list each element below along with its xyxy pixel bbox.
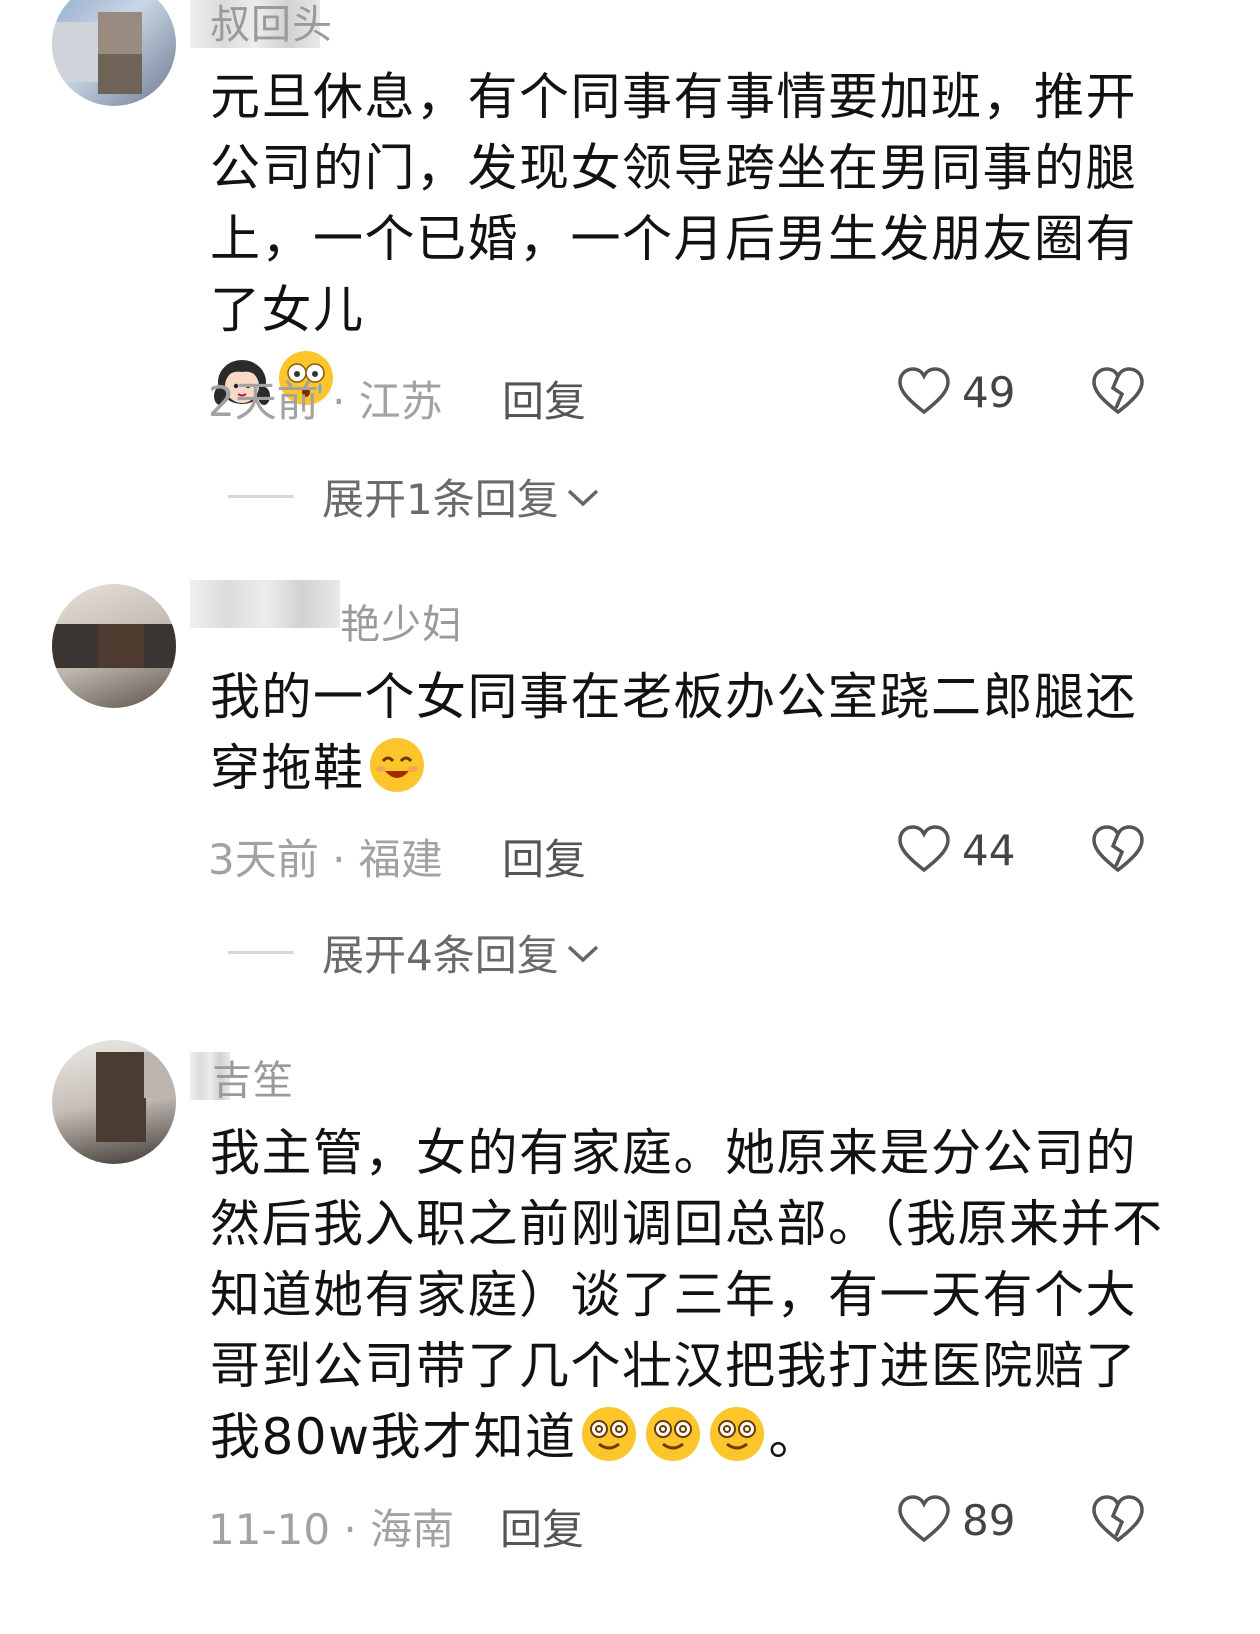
username[interactable]: 吉笙 xyxy=(212,1048,294,1106)
avatar[interactable] xyxy=(52,1040,176,1164)
comment-text: 我主管，女的有家庭。她原来是分公司的然后我入职之前刚调回总部。（我原来并不知道她… xyxy=(210,1118,1170,1473)
heart-outline-icon[interactable] xyxy=(896,364,952,420)
comment-meta: 11-10 · 海南 xyxy=(208,1496,454,1557)
reply-button[interactable]: 回复 xyxy=(502,826,586,887)
comment-location: 福建 xyxy=(358,835,443,884)
expand-replies-label: 展开1条回复 xyxy=(322,475,559,524)
meta-separator: · xyxy=(318,377,359,426)
comment-meta: 2天前 · 江苏 xyxy=(208,368,443,429)
heart-outline-icon[interactable] xyxy=(896,822,952,878)
comment-time: 3天前 xyxy=(208,835,319,884)
comment-location: 海南 xyxy=(370,1505,455,1554)
comment-location: 江苏 xyxy=(358,377,443,426)
username[interactable]: 艳少妇 xyxy=(340,592,463,650)
chevron-down-icon xyxy=(567,945,598,962)
smiling-face-emoji xyxy=(369,738,424,792)
chevron-down-icon xyxy=(567,489,598,506)
comment-body: 我的一个女同事在老板办公室跷二郎腿还穿拖鞋 xyxy=(210,668,1137,797)
like-count: 44 xyxy=(962,826,1016,875)
comment-time: 2天前 xyxy=(208,377,319,426)
broken-heart-icon[interactable] xyxy=(1090,1492,1146,1548)
avatar[interactable] xyxy=(52,0,176,106)
heart-outline-icon[interactable] xyxy=(896,1492,952,1548)
like-count: 49 xyxy=(962,368,1016,417)
expand-replies[interactable]: 展开4条回复 xyxy=(228,922,601,983)
reply-button[interactable]: 回复 xyxy=(502,368,586,429)
username[interactable]: 叔回头 xyxy=(210,0,333,50)
comment-text: 我的一个女同事在老板办公室跷二郎腿还穿拖鞋 xyxy=(210,662,1170,804)
comment-time: 11-10 xyxy=(208,1505,331,1554)
comment-meta: 3天前 · 福建 xyxy=(208,826,443,887)
dazed-face-emoji xyxy=(645,1407,700,1461)
expand-replies-label: 展开4条回复 xyxy=(322,931,559,980)
meta-separator: · xyxy=(330,1505,371,1554)
username-redaction xyxy=(190,580,340,628)
reply-button[interactable]: 回复 xyxy=(500,1496,584,1557)
broken-heart-icon[interactable] xyxy=(1090,364,1146,420)
avatar[interactable] xyxy=(52,584,176,708)
broken-heart-icon[interactable] xyxy=(1090,822,1146,878)
meta-separator: · xyxy=(318,835,359,884)
comment-body: 元旦休息，有个同事有事情要加班，推开公司的门，发现女领导跨坐在男同事的腿上，一个… xyxy=(210,68,1137,339)
divider xyxy=(228,951,294,954)
comment-body-end: 。 xyxy=(768,1408,821,1466)
comment-text: 元旦休息，有个同事有事情要加班，推开公司的门，发现女领导跨坐在男同事的腿上，一个… xyxy=(210,62,1170,417)
dazed-face-emoji xyxy=(581,1407,636,1461)
dazed-face-emoji xyxy=(709,1407,764,1461)
divider xyxy=(228,495,294,498)
expand-replies[interactable]: 展开1条回复 xyxy=(228,466,601,527)
like-count: 89 xyxy=(962,1496,1016,1545)
